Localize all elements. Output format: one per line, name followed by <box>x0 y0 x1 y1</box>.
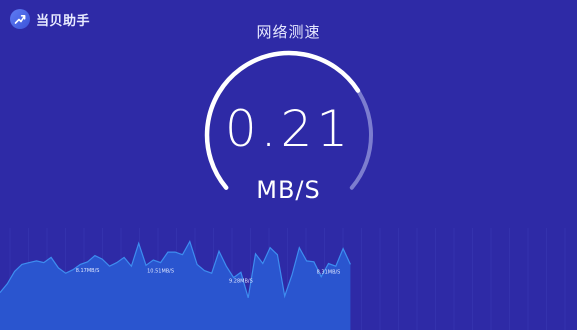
speed-annotation: 10.51MB/S <box>147 269 174 275</box>
speed-history-graph: 8.17MB/S 10.51MB/S 9.28MB/S 8.31MB/S <box>0 228 566 330</box>
speed-value: 0.21 <box>224 100 353 158</box>
speed-annotation: 9.28MB/S <box>229 278 253 284</box>
page-title: 网络测速 <box>256 23 321 41</box>
speed-annotation: 8.17MB/S <box>76 268 100 274</box>
speed-unit: MB/S <box>256 176 321 204</box>
speed-annotation: 8.31MB/S <box>317 270 341 276</box>
